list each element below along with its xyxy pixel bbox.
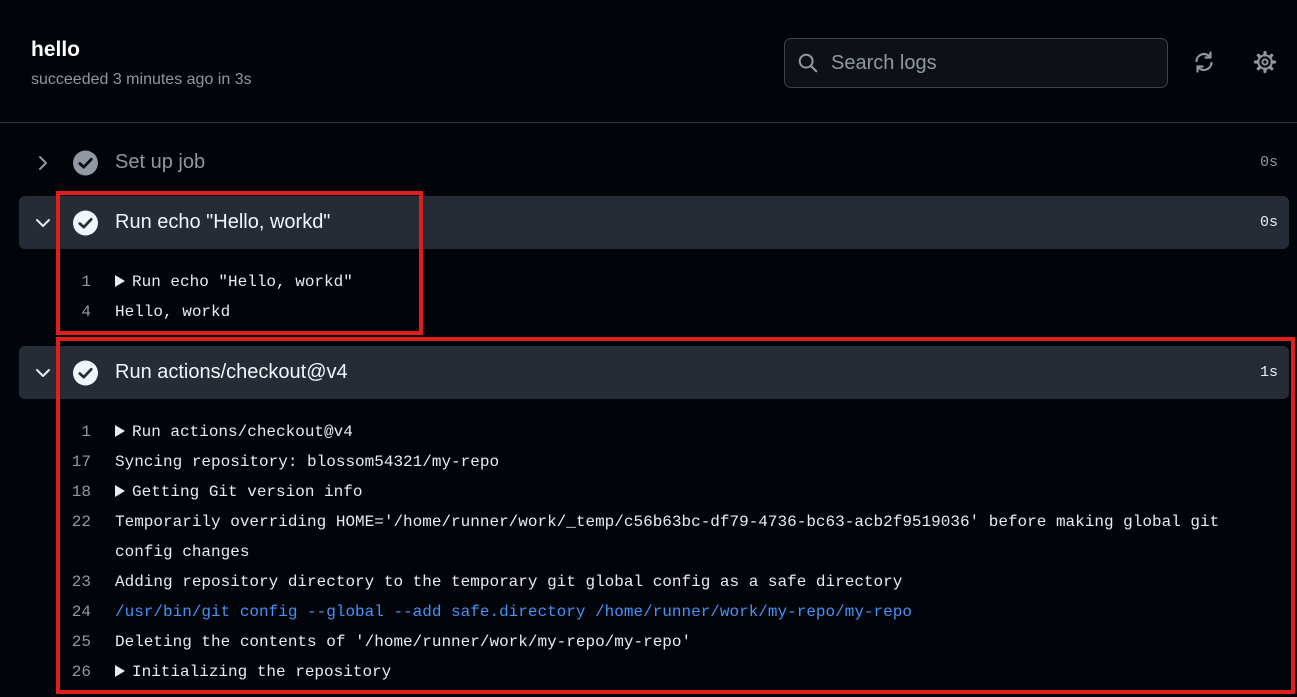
log-text: Deleting the contents of '/home/runner/w… [115, 633, 692, 651]
step-duration: 0s [1259, 154, 1278, 171]
line-number: 22 [71, 513, 91, 531]
step-label: Set up job [115, 151, 206, 173]
log-text: Hello, workd [115, 303, 231, 321]
settings-button[interactable] [1250, 47, 1280, 77]
line-number: 23 [71, 573, 91, 591]
chevron-right-icon [39, 155, 47, 170]
log-line: 25 Deleting the contents of '/home/runne… [0, 627, 1297, 657]
log-line: 4 Hello, workd [0, 297, 1297, 327]
search-icon [798, 53, 818, 73]
step-label: Run echo "Hello, workd" [115, 211, 331, 233]
log-text: config changes [115, 543, 250, 561]
line-number: 4 [81, 303, 91, 321]
refresh-button[interactable] [1189, 47, 1219, 77]
chevron-down-icon [36, 368, 50, 377]
job-status: succeeded 3 minutes ago in 3s [31, 71, 252, 88]
line-number: 18 [71, 483, 91, 501]
log-text: Temporarily overriding HOME='/home/runne… [115, 513, 1220, 531]
line-number: 17 [71, 453, 91, 471]
job-title: hello [31, 38, 81, 61]
log-line: 17 Syncing repository: blossom54321/my-r… [0, 447, 1297, 477]
log-text: Syncing repository: blossom54321/my-repo [115, 453, 500, 471]
log-line[interactable]: 1 Run echo "Hello, workd" [0, 267, 1297, 297]
step-duration: 0s [1259, 214, 1278, 231]
log-line[interactable]: 18 Getting Git version info [0, 477, 1297, 507]
line-number: 1 [81, 423, 91, 441]
check-circle-icon [73, 360, 98, 385]
log-line[interactable]: 26 Initializing the repository [0, 657, 1297, 687]
log-command-text: /usr/bin/git config --global --add safe.… [115, 603, 912, 621]
step-set-up-job[interactable]: Set up job 0s [19, 136, 1289, 189]
line-number: 26 [71, 663, 91, 681]
expand-triangle-icon[interactable] [115, 425, 125, 437]
log-line: 24 /usr/bin/git config --global --add sa… [0, 597, 1297, 627]
expand-triangle-icon[interactable] [115, 665, 125, 677]
check-circle-icon [73, 210, 98, 235]
line-number: 1 [81, 273, 91, 291]
expand-triangle-icon[interactable] [115, 485, 125, 497]
line-number: 25 [71, 633, 91, 651]
log-line: 22 Temporarily overriding HOME='/home/ru… [0, 507, 1297, 537]
line-number: 24 [71, 603, 91, 621]
log-line: 23 Adding repository directory to the te… [0, 567, 1297, 597]
log-line: config changes [0, 537, 1297, 567]
step-duration: 1s [1259, 364, 1278, 381]
search-input[interactable] [831, 51, 1151, 75]
log-text: Initializing the repository [115, 663, 391, 681]
log-text: Run echo "Hello, workd" [115, 273, 353, 291]
chevron-down-icon [36, 218, 50, 227]
step-run-checkout[interactable]: Run actions/checkout@v4 1s [19, 346, 1289, 399]
step-label: Run actions/checkout@v4 [115, 361, 348, 383]
search-box[interactable] [784, 38, 1168, 88]
job-header: hello succeeded 3 minutes ago in 3s [0, 0, 1297, 123]
check-circle-icon [73, 150, 98, 175]
log-text: Run actions/checkout@v4 [115, 423, 353, 441]
step-run-echo[interactable]: Run echo "Hello, workd" 0s [19, 196, 1289, 249]
log-line[interactable]: 1 Run actions/checkout@v4 [0, 417, 1297, 447]
refresh-icon [1195, 51, 1213, 73]
gear-icon [1253, 50, 1277, 74]
log-text: Getting Git version info [115, 483, 362, 501]
expand-triangle-icon[interactable] [115, 275, 125, 287]
log-text: Adding repository directory to the tempo… [115, 573, 903, 591]
